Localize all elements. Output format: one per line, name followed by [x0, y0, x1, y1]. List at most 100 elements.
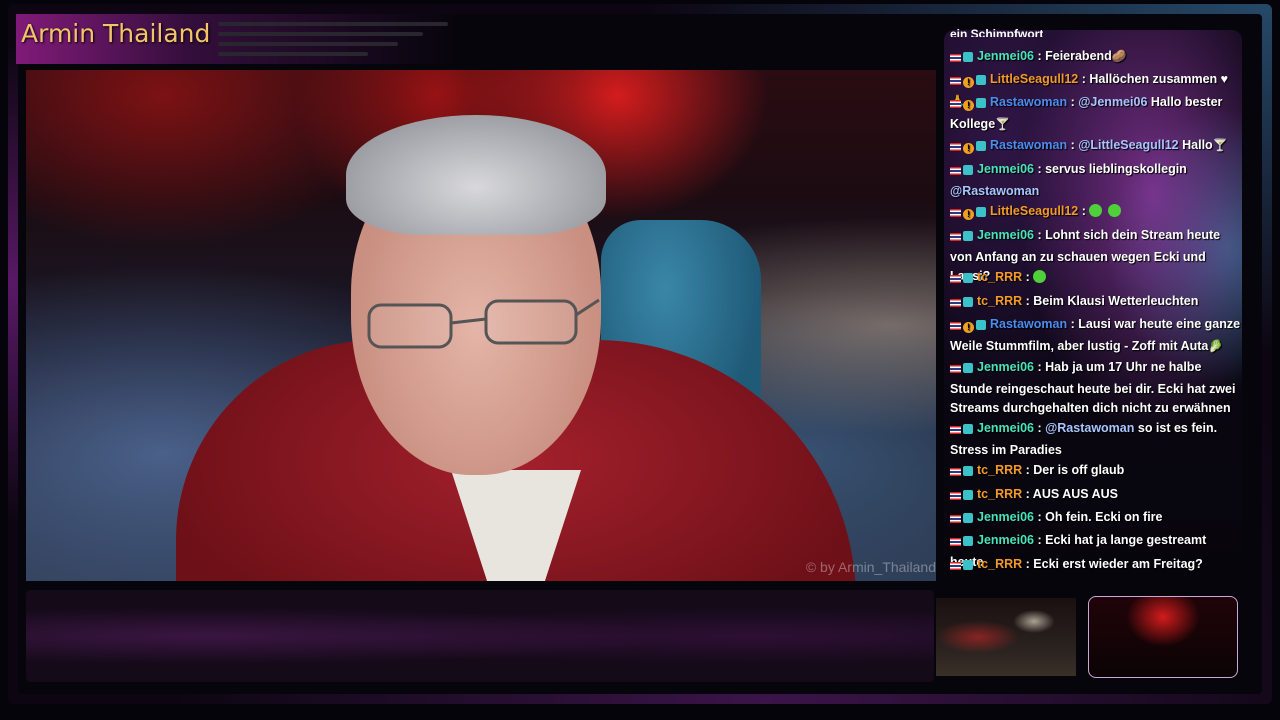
chat-username[interactable]: Rastawoman: [990, 317, 1067, 331]
user-badges: [950, 162, 974, 182]
chat-username[interactable]: LittleSeagull12: [990, 72, 1078, 86]
chat-message: Jenmei06 : servus lieblingskollegin @Ras…: [950, 160, 1242, 201]
chat-message: ! Rastawoman : @LittleSeagull12 Hallo 🍸: [950, 136, 1242, 158]
chat-truncated-message: ein Schimpfwort: [950, 27, 1044, 37]
emote-icon: 🍸: [995, 116, 1011, 131]
chat-username[interactable]: tc_RRR: [977, 270, 1022, 284]
flag-icon: [950, 322, 961, 330]
decorative-lines: [218, 22, 448, 62]
user-badges: [950, 294, 974, 314]
chat-message: tc_RRR : Beim Klausi Wetterleuchten: [950, 292, 1242, 314]
chat-text: : Feierabend: [1037, 49, 1112, 63]
flag-icon: [950, 100, 961, 108]
user-badges: !: [950, 138, 987, 158]
flag-icon: [950, 143, 961, 151]
flag-icon: [950, 562, 961, 570]
chat-message: tc_RRR : AUS AUS AUS: [950, 485, 1242, 507]
chat-badge-icon: [963, 273, 973, 283]
flag-icon: [950, 365, 961, 373]
chat-message: tc_RRR : Der is off glaub: [950, 461, 1242, 483]
chat-text: : Ecki erst wieder am Freitag?: [1025, 557, 1203, 571]
emote-icon: 🍸: [1212, 138, 1228, 152]
chat-badge-icon: [963, 297, 973, 307]
subscriber-badge-icon: !: [963, 100, 974, 111]
chat-mention[interactable]: @Rastawoman: [1045, 421, 1134, 435]
chat-message: ! Rastawoman : Lausi war heute eine ganze…: [950, 315, 1242, 356]
subscriber-badge-icon: !: [963, 322, 974, 333]
green-emote-icon: [1032, 270, 1046, 283]
chat-message: tc_RRR : Ecki erst wieder am Freitag?: [950, 555, 1242, 577]
glasses: [367, 298, 600, 349]
chat-badge-icon: [963, 513, 973, 523]
camera-thumbnail-red-lights: [1088, 596, 1238, 678]
chat-badge-icon: [976, 98, 986, 108]
chat-text: : Hallöchen zusammen ♥: [1081, 72, 1229, 86]
chat-username[interactable]: Jenmei06: [977, 228, 1034, 242]
user-badges: [950, 463, 974, 483]
subscriber-badge-icon: !: [963, 77, 974, 88]
chat-username[interactable]: Rastawoman: [990, 138, 1067, 152]
chat-username[interactable]: Jenmei06: [977, 510, 1034, 524]
chat-badge-icon: [963, 165, 973, 175]
user-badges: [950, 510, 974, 530]
chat-username[interactable]: Jenmei06: [977, 360, 1034, 374]
flag-icon: [950, 468, 961, 476]
user-badges: [950, 557, 974, 577]
chat-badge-icon: [963, 52, 973, 62]
flag-icon: [950, 77, 961, 85]
chat-message: Jenmei06 : @Rastawoman so ist es fein. S…: [950, 421, 1218, 457]
chat-username[interactable]: Jenmei06: [977, 421, 1034, 435]
chat-text: : servus lieblingskollegin: [1037, 162, 1187, 176]
chat-badge-icon: [963, 536, 973, 546]
flag-icon: [950, 299, 961, 307]
chat-badge-icon: [963, 363, 973, 373]
user-badges: [950, 487, 974, 507]
chat-mention[interactable]: @Jenmei06: [1078, 95, 1147, 109]
emote-icon: 🥬: [1208, 338, 1224, 353]
chat-username[interactable]: tc_RRR: [977, 487, 1022, 501]
flag-icon: [950, 426, 961, 434]
chat-text: : AUS AUS AUS: [1025, 487, 1119, 501]
chat-username[interactable]: Jenmei06: [977, 162, 1034, 176]
user-badges: [950, 228, 974, 248]
user-badges: !: [950, 204, 987, 224]
chat-message: Jenmei06 : Oh fein. Ecki on fire: [950, 508, 1242, 530]
chat-username[interactable]: LittleSeagull12: [990, 204, 1078, 218]
flag-icon: [950, 492, 961, 500]
green-emote-icon: [1107, 204, 1121, 217]
flag-icon: [950, 233, 961, 241]
chat-message: Jenmei06 : Feierabend 🥔: [950, 47, 1242, 69]
chat-badge-icon: [976, 207, 986, 217]
chat-text: : Oh fein. Ecki on fire: [1037, 510, 1163, 524]
streamer-name: Armin Thailand: [21, 19, 211, 48]
user-badges: [950, 421, 974, 441]
chat-username[interactable]: Jenmei06: [977, 533, 1034, 547]
subscriber-badge-icon: !: [963, 209, 974, 220]
chat-badge-icon: [963, 466, 973, 476]
chat-username[interactable]: tc_RRR: [977, 294, 1022, 308]
emote-icon: 🥔: [1111, 49, 1127, 63]
chat-mention[interactable]: @Rastawoman: [950, 184, 1039, 198]
chat-badge-icon: [963, 424, 973, 434]
user-badges: [950, 533, 974, 553]
flag-icon: [950, 538, 961, 546]
chat-username[interactable]: tc_RRR: [977, 463, 1022, 477]
chat-username[interactable]: Rastawoman: [990, 95, 1067, 109]
chat-mention[interactable]: @LittleSeagull12: [1078, 138, 1178, 152]
hair: [346, 115, 606, 235]
chat-badge-icon: [976, 141, 986, 151]
user-badges: [950, 360, 974, 380]
chat-text: : Der is off glaub: [1025, 463, 1125, 477]
chat-badge-icon: [976, 320, 986, 330]
chat-message: ! Rastawoman : @Jenmei06 Hallo bester Kol…: [950, 93, 1242, 134]
chat-username[interactable]: Jenmei06: [977, 49, 1034, 63]
webcam-video: © by Armin_Thailand: [26, 70, 936, 581]
user-badges: !: [950, 317, 987, 337]
flag-icon: [950, 275, 961, 283]
chat-username[interactable]: tc_RRR: [977, 557, 1022, 571]
chat-badge-icon: [963, 490, 973, 500]
chat-text: :: [1025, 270, 1030, 284]
user-badges: !: [950, 72, 987, 92]
user-badges: [950, 270, 974, 290]
user-badges: !: [950, 95, 987, 115]
